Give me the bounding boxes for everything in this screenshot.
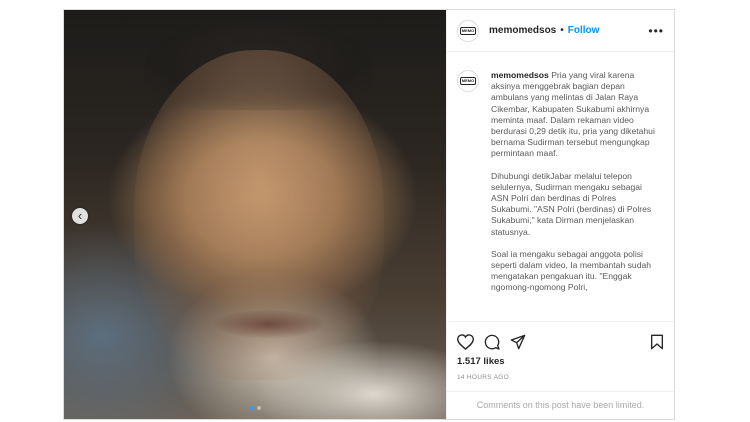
post-timestamp[interactable]: 14 HOURS AGO xyxy=(457,374,509,381)
instagram-post-embed: ‹ MEMO memomedsos • Follow ••• MEMO memo… xyxy=(63,9,675,420)
chevron-left-icon: ‹ xyxy=(77,208,83,223)
carousel-prev-button[interactable]: ‹ xyxy=(72,208,88,224)
carousel-dot xyxy=(257,406,261,410)
post-caption: memomedsos Pria yang viral karena aksiny… xyxy=(491,70,659,321)
memomedsos-logo: MEMO xyxy=(460,77,476,85)
bookmark-icon[interactable] xyxy=(650,334,664,350)
more-options-icon[interactable]: ••• xyxy=(648,25,664,37)
caption-username[interactable]: memomedsos xyxy=(491,70,549,80)
follow-button[interactable]: Follow xyxy=(568,25,600,36)
post-header: MEMO memomedsos • Follow ••• xyxy=(447,10,674,52)
media-collar-shape xyxy=(254,340,446,419)
header-separator: • xyxy=(560,25,564,36)
comments-limited-notice: Comments on this post have been limited. xyxy=(447,391,674,420)
share-icon[interactable] xyxy=(510,334,526,350)
caption-paragraph-1: memomedsos Pria yang viral karena aksiny… xyxy=(491,70,659,160)
caption-avatar[interactable]: MEMO xyxy=(457,70,479,92)
caption-paragraph-3: Soal ia mengaku sebagai anggota polisi s… xyxy=(491,248,652,293)
caption-text-1: Pria yang viral karena aksinya menggebra… xyxy=(491,70,655,159)
post-media-video[interactable]: ‹ xyxy=(64,10,446,419)
carousel-indicator xyxy=(250,406,261,410)
likes-count[interactable]: 1.517 likes xyxy=(457,356,505,367)
heart-icon[interactable] xyxy=(457,334,474,350)
post-sidebar: MEMO memomedsos • Follow ••• MEMO memome… xyxy=(446,10,674,419)
memomedsos-logo: MEMO xyxy=(460,26,476,35)
avatar[interactable]: MEMO xyxy=(457,19,479,42)
caption-paragraph-2: Dihubungi detikJabar melalui telepon sel… xyxy=(491,170,652,237)
media-mouth-shape xyxy=(214,310,324,338)
caption-area: MEMO memomedsos Pria yang viral karena a… xyxy=(447,58,674,321)
post-username[interactable]: memomedsos xyxy=(489,25,556,36)
comment-icon[interactable] xyxy=(484,334,500,350)
carousel-dot-active xyxy=(250,406,254,410)
